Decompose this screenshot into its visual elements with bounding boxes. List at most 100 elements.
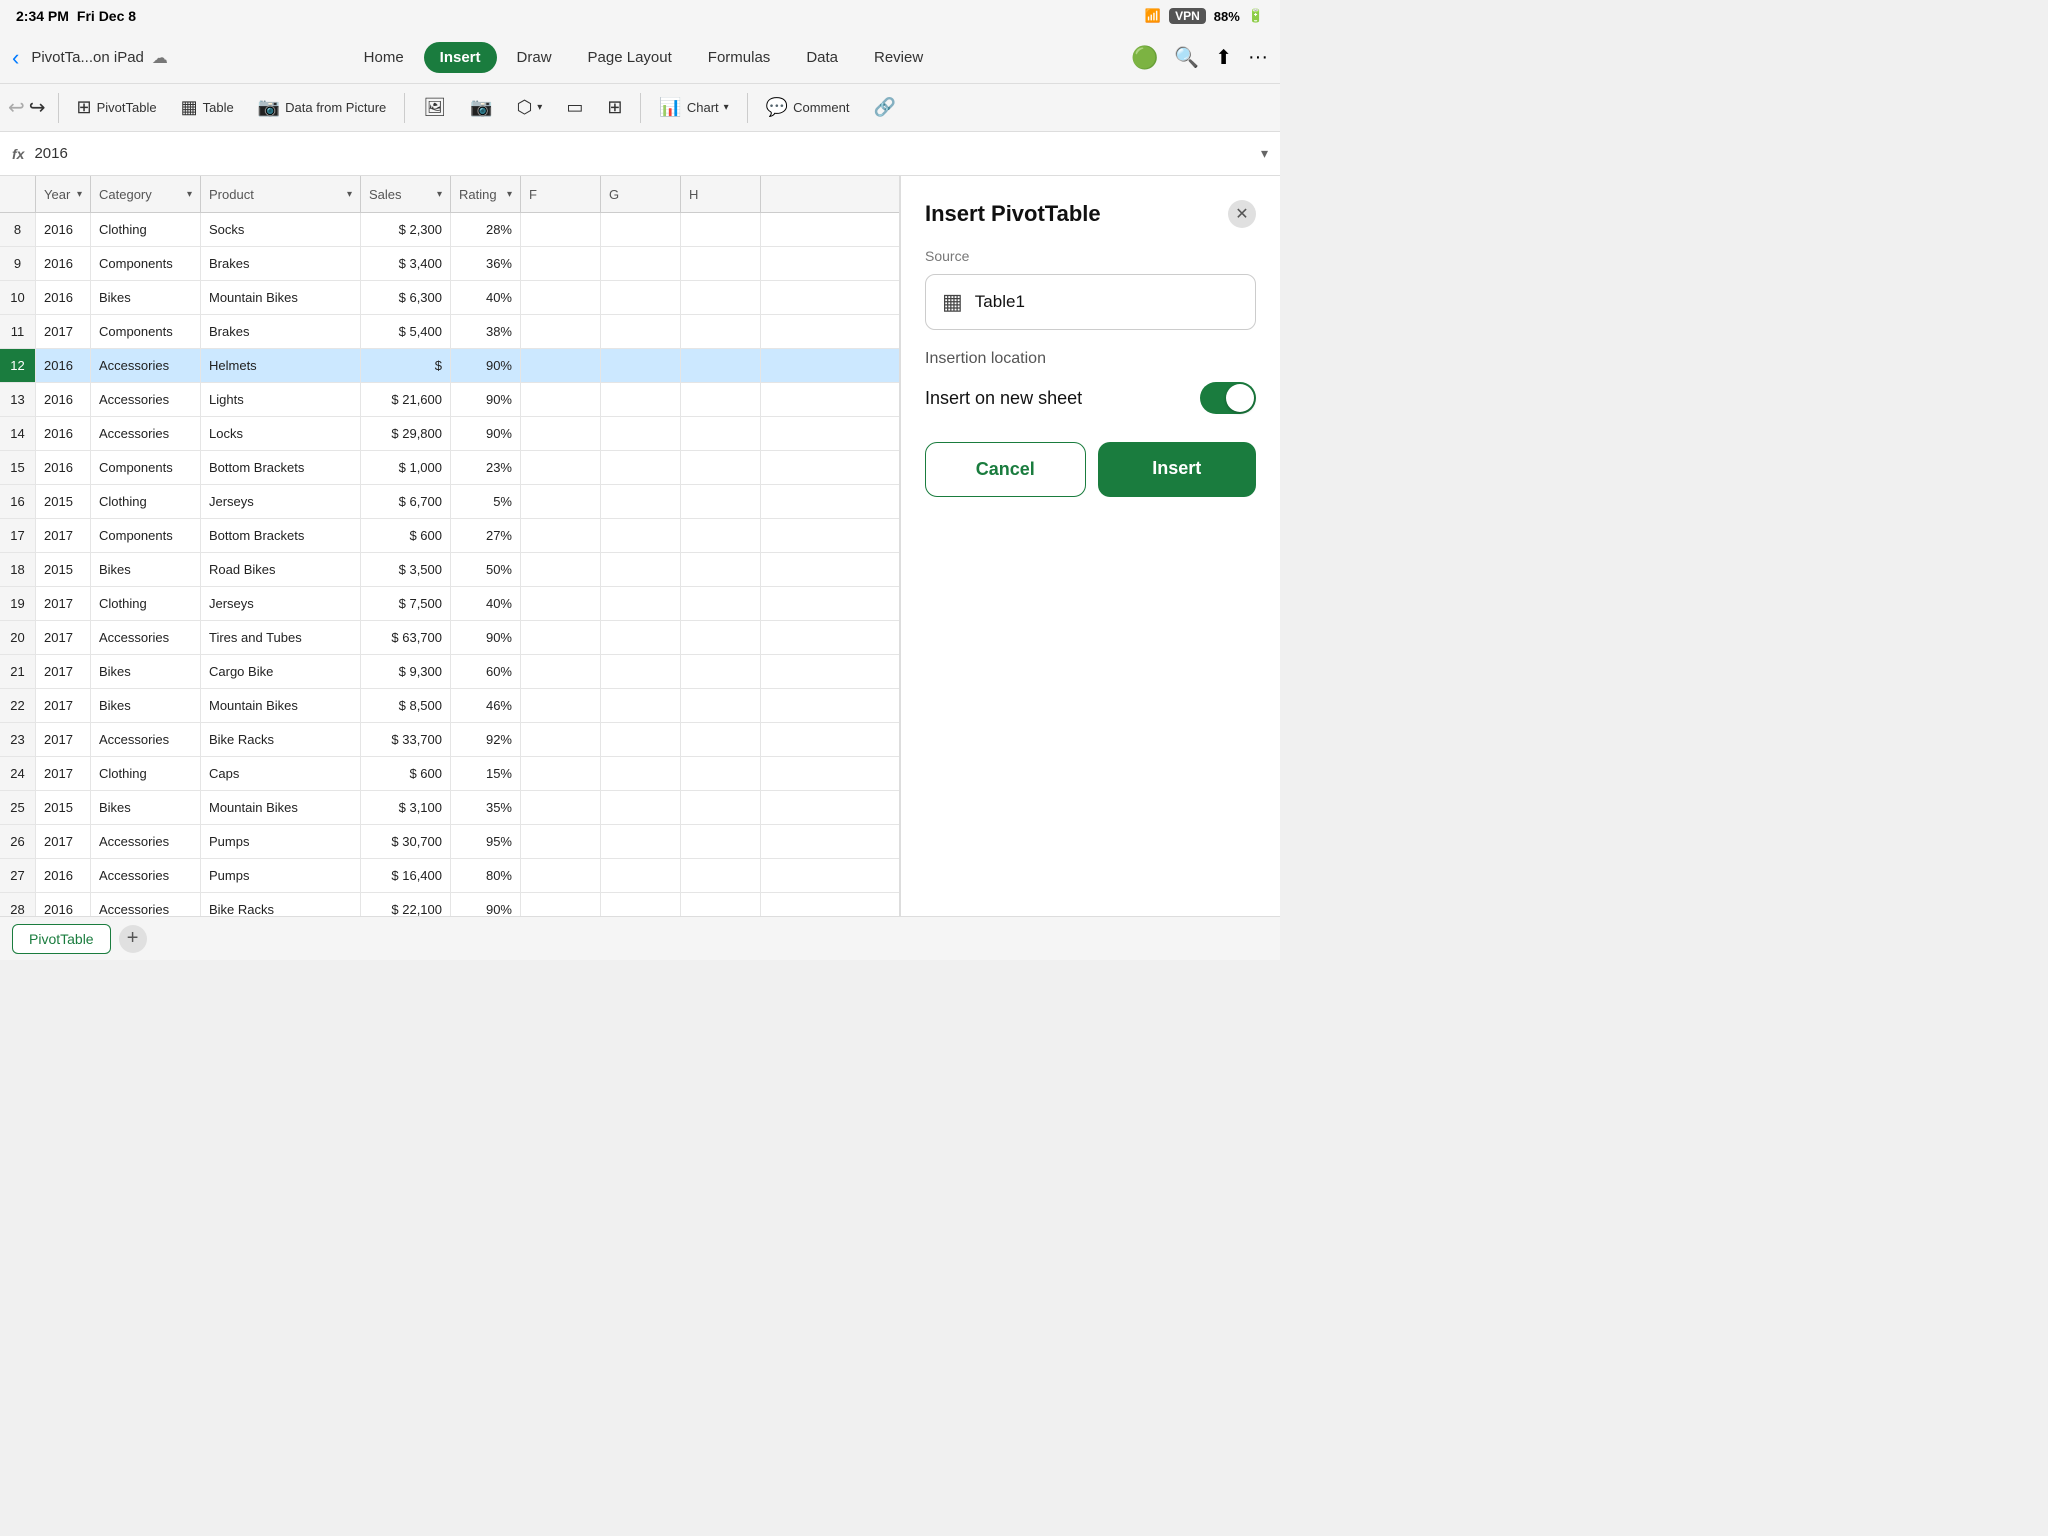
cell-g[interactable] bbox=[601, 791, 681, 824]
cell-year[interactable]: 2017 bbox=[36, 757, 91, 790]
formula-expand-icon[interactable]: ▾ bbox=[1261, 145, 1268, 162]
cell-h[interactable] bbox=[681, 485, 761, 518]
table-row[interactable]: 19 2017 Clothing Jerseys $ 7,500 40% bbox=[0, 587, 899, 621]
cell-rating[interactable]: 23% bbox=[451, 451, 521, 484]
formula-input[interactable] bbox=[34, 145, 1251, 162]
screenshot-button[interactable]: ⊞ bbox=[597, 92, 632, 123]
cell-category[interactable]: Accessories bbox=[91, 621, 201, 654]
cell-h[interactable] bbox=[681, 621, 761, 654]
cell-f[interactable] bbox=[521, 451, 601, 484]
cell-g[interactable] bbox=[601, 689, 681, 722]
cell-f[interactable] bbox=[521, 859, 601, 892]
add-sheet-button[interactable]: + bbox=[119, 925, 147, 953]
cell-g[interactable] bbox=[601, 349, 681, 382]
col-header-year[interactable]: Year▾ bbox=[36, 176, 91, 212]
cell-f[interactable] bbox=[521, 315, 601, 348]
sheet-tab-pivottable[interactable]: PivotTable bbox=[12, 924, 111, 954]
panel-close-button[interactable]: ✕ bbox=[1228, 200, 1256, 228]
cell-sales[interactable]: $ 8,500 bbox=[361, 689, 451, 722]
cell-year[interactable]: 2015 bbox=[36, 791, 91, 824]
tab-review[interactable]: Review bbox=[858, 42, 939, 73]
cell-g[interactable] bbox=[601, 757, 681, 790]
cell-year[interactable]: 2016 bbox=[36, 859, 91, 892]
cell-f[interactable] bbox=[521, 213, 601, 246]
cell-category[interactable]: Bikes bbox=[91, 655, 201, 688]
cell-category[interactable]: Clothing bbox=[91, 587, 201, 620]
cell-f[interactable] bbox=[521, 689, 601, 722]
cell-rating[interactable]: 38% bbox=[451, 315, 521, 348]
image-button[interactable]: 🖼 bbox=[413, 92, 456, 123]
cell-f[interactable] bbox=[521, 587, 601, 620]
cell-rating[interactable]: 46% bbox=[451, 689, 521, 722]
cell-f[interactable] bbox=[521, 621, 601, 654]
cell-sales[interactable]: $ bbox=[361, 349, 451, 382]
cell-rating[interactable]: 95% bbox=[451, 825, 521, 858]
cell-product[interactable]: Locks bbox=[201, 417, 361, 450]
cancel-button[interactable]: Cancel bbox=[925, 442, 1086, 497]
cell-rating[interactable]: 60% bbox=[451, 655, 521, 688]
cell-g[interactable] bbox=[601, 417, 681, 450]
cell-year[interactable]: 2017 bbox=[36, 825, 91, 858]
cell-rating[interactable]: 90% bbox=[451, 417, 521, 450]
cell-f[interactable] bbox=[521, 791, 601, 824]
cell-h[interactable] bbox=[681, 247, 761, 280]
table-row[interactable]: 9 2016 Components Brakes $ 3,400 36% bbox=[0, 247, 899, 281]
cell-sales[interactable]: $ 6,700 bbox=[361, 485, 451, 518]
cell-h[interactable] bbox=[681, 281, 761, 314]
cell-year[interactable]: 2016 bbox=[36, 417, 91, 450]
cell-rating[interactable]: 27% bbox=[451, 519, 521, 552]
cell-g[interactable] bbox=[601, 213, 681, 246]
cell-year[interactable]: 2017 bbox=[36, 689, 91, 722]
cell-rating[interactable]: 28% bbox=[451, 213, 521, 246]
col-header-product[interactable]: Product▾ bbox=[201, 176, 361, 212]
cell-rating[interactable]: 90% bbox=[451, 893, 521, 916]
cell-year[interactable]: 2017 bbox=[36, 315, 91, 348]
cell-h[interactable] bbox=[681, 213, 761, 246]
table-row[interactable]: 15 2016 Components Bottom Brackets $ 1,0… bbox=[0, 451, 899, 485]
cell-h[interactable] bbox=[681, 723, 761, 756]
cell-year[interactable]: 2016 bbox=[36, 247, 91, 280]
cell-category[interactable]: Clothing bbox=[91, 213, 201, 246]
cell-h[interactable] bbox=[681, 825, 761, 858]
cell-rating[interactable]: 40% bbox=[451, 587, 521, 620]
cell-rating[interactable]: 40% bbox=[451, 281, 521, 314]
tab-formulas[interactable]: Formulas bbox=[692, 42, 787, 73]
cell-year[interactable]: 2016 bbox=[36, 383, 91, 416]
cell-g[interactable] bbox=[601, 315, 681, 348]
cell-h[interactable] bbox=[681, 553, 761, 586]
cell-category[interactable]: Bikes bbox=[91, 553, 201, 586]
cell-category[interactable]: Accessories bbox=[91, 825, 201, 858]
cell-rating[interactable]: 80% bbox=[451, 859, 521, 892]
table-button[interactable]: ▦ Table bbox=[171, 92, 244, 123]
cell-rating[interactable]: 50% bbox=[451, 553, 521, 586]
cell-product[interactable]: Mountain Bikes bbox=[201, 791, 361, 824]
cell-sales[interactable]: $ 30,700 bbox=[361, 825, 451, 858]
cell-h[interactable] bbox=[681, 587, 761, 620]
cell-rating[interactable]: 35% bbox=[451, 791, 521, 824]
cell-h[interactable] bbox=[681, 451, 761, 484]
cell-product[interactable]: Pumps bbox=[201, 859, 361, 892]
cell-product[interactable]: Cargo Bike bbox=[201, 655, 361, 688]
cell-product[interactable]: Jerseys bbox=[201, 485, 361, 518]
cell-g[interactable] bbox=[601, 655, 681, 688]
data-from-picture-button[interactable]: 📷 Data from Picture bbox=[248, 92, 397, 123]
pivot-table-button[interactable]: ⊞ PivotTable bbox=[67, 92, 167, 123]
cell-h[interactable] bbox=[681, 791, 761, 824]
cell-product[interactable]: Helmets bbox=[201, 349, 361, 382]
cell-year[interactable]: 2017 bbox=[36, 723, 91, 756]
cell-f[interactable] bbox=[521, 893, 601, 916]
more-icon[interactable]: ··· bbox=[1248, 46, 1268, 69]
cell-rating[interactable]: 90% bbox=[451, 383, 521, 416]
cell-f[interactable] bbox=[521, 281, 601, 314]
cell-sales[interactable]: $ 7,500 bbox=[361, 587, 451, 620]
cell-category[interactable]: Clothing bbox=[91, 485, 201, 518]
tab-draw[interactable]: Draw bbox=[501, 42, 568, 73]
cell-rating[interactable]: 36% bbox=[451, 247, 521, 280]
table-row[interactable]: 23 2017 Accessories Bike Racks $ 33,700 … bbox=[0, 723, 899, 757]
cell-product[interactable]: Bottom Brackets bbox=[201, 451, 361, 484]
back-button[interactable]: ‹ bbox=[12, 45, 19, 71]
table-row[interactable]: 25 2015 Bikes Mountain Bikes $ 3,100 35% bbox=[0, 791, 899, 825]
insert-on-new-sheet-toggle[interactable] bbox=[1200, 382, 1256, 414]
cell-product[interactable]: Socks bbox=[201, 213, 361, 246]
cell-h[interactable] bbox=[681, 383, 761, 416]
